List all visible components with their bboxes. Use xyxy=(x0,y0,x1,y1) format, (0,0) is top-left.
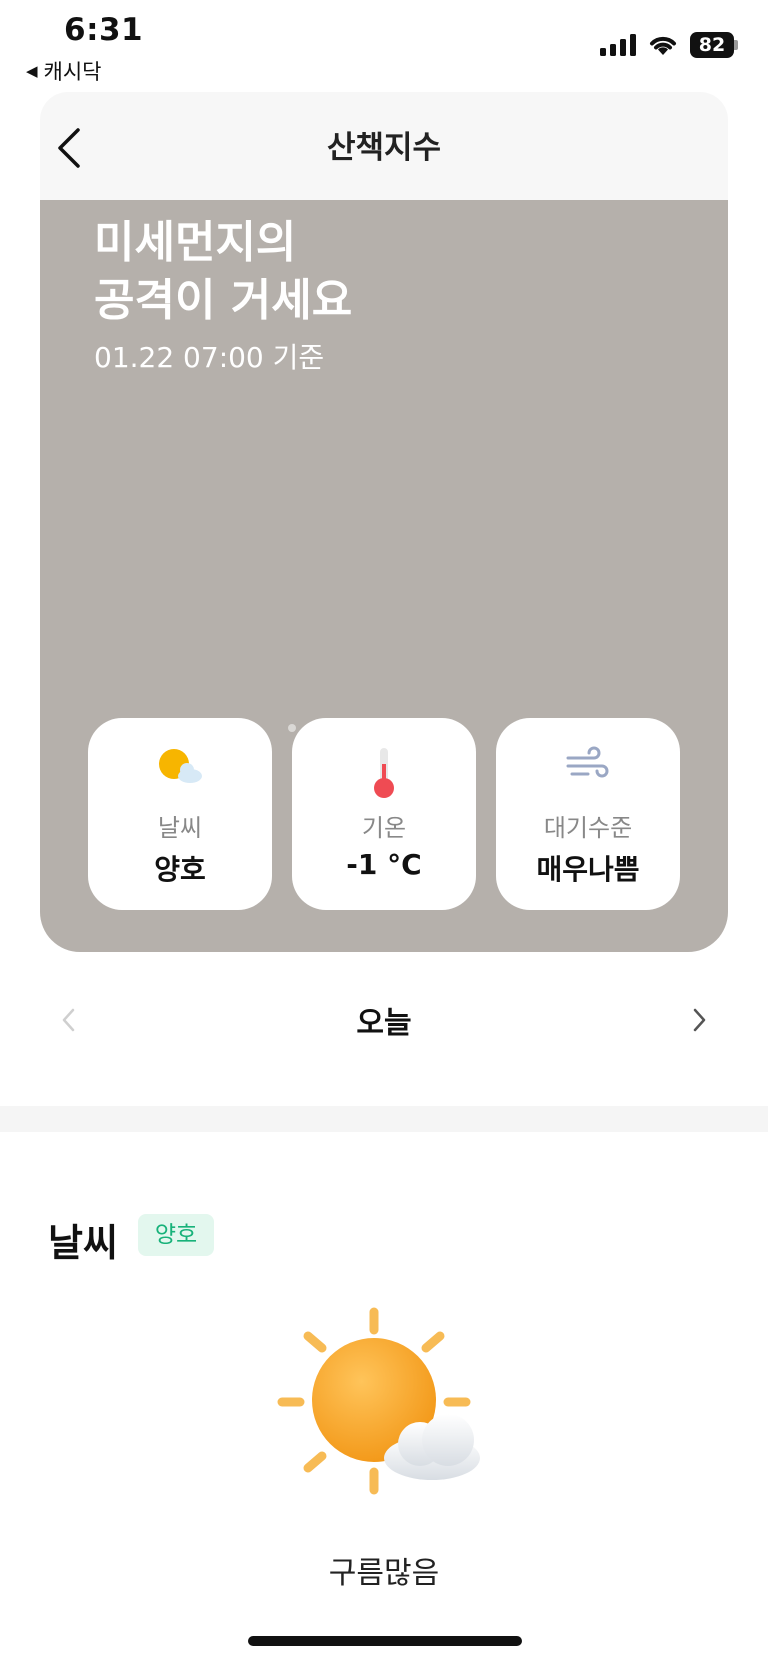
page-indicator-dot xyxy=(288,724,296,732)
hero-timestamp: 01.22 07:00 기준 xyxy=(94,341,325,374)
metric-label: 대기수준 xyxy=(543,814,633,842)
wind-icon xyxy=(566,746,609,778)
hero-headline: 미세먼지의 공격이 거세요 xyxy=(94,214,352,330)
metric-value: -1 °C xyxy=(346,848,422,881)
hero-headline-line2: 공격이 거세요 xyxy=(94,275,353,326)
wifi-icon xyxy=(650,36,676,55)
back-to-app-link[interactable]: ◀ 캐시닥 xyxy=(26,56,102,86)
battery-icon: 82 xyxy=(690,32,738,58)
metric-value: 양호 xyxy=(154,853,206,886)
page-title: 산책지수 xyxy=(326,130,442,166)
battery-level: 82 xyxy=(690,32,734,58)
weather-description: 구름많음 xyxy=(328,1556,440,1591)
hero-card: 미세먼지의 공격이 거세요 01.22 07:00 기준 날씨 양호 기온 -1… xyxy=(40,200,728,952)
metric-value: 매우나쁨 xyxy=(536,853,640,886)
home-indicator[interactable] xyxy=(248,1636,522,1646)
status-bar: 6:31 ◀ 캐시닥 82 xyxy=(0,0,768,86)
section-divider xyxy=(0,1106,768,1132)
cellular-signal-icon xyxy=(600,34,636,56)
status-icons: 82 xyxy=(600,32,738,58)
back-app-label: 캐시닥 xyxy=(43,60,102,84)
weather-section-title: 날씨 xyxy=(48,1221,118,1265)
metric-label: 기온 xyxy=(361,814,407,842)
metric-label: 날씨 xyxy=(157,814,203,842)
partly-cloudy-icon xyxy=(159,749,202,783)
hero-headline-line1: 미세먼지의 xyxy=(94,217,297,268)
status-badge: 양호 xyxy=(138,1214,214,1256)
metric-card-weather[interactable]: 날씨 양호 xyxy=(88,718,272,910)
sun-cloud-icon xyxy=(277,1307,480,1495)
nav-header: 산책지수 xyxy=(40,92,728,202)
status-time: 6:31 xyxy=(64,12,144,48)
day-label: 오늘 xyxy=(356,1006,412,1041)
chevron-right-icon[interactable] xyxy=(684,1002,714,1038)
day-pager: 오늘 xyxy=(0,990,768,1048)
thermometer-icon xyxy=(374,748,394,798)
metric-card-temperature[interactable]: 기온 -1 °C xyxy=(292,718,476,910)
screen: 6:31 ◀ 캐시닥 82 산책지수 미세먼지의 공격이 거세요 01.22 0… xyxy=(0,0,768,1663)
metric-card-air-quality[interactable]: 대기수준 매우나쁨 xyxy=(496,718,680,910)
back-triangle-icon: ◀ xyxy=(26,62,38,80)
